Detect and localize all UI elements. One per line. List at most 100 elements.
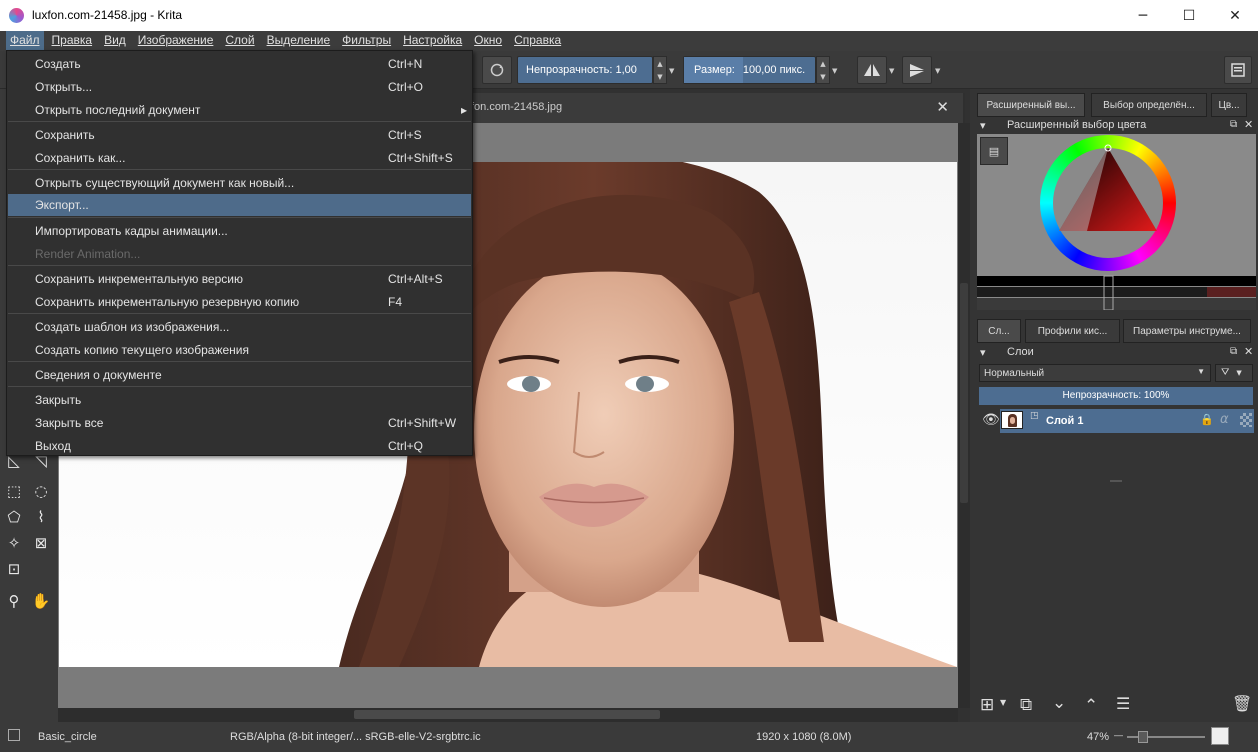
layer-name[interactable]: Слой 1 <box>1046 415 1083 427</box>
menu-select[interactable]: Выделение <box>263 31 335 51</box>
add-layer-dropdown-icon[interactable]: ▼ <box>1000 698 1006 707</box>
layer-row[interactable]: ◳ Слой 1 🔒 α <box>1000 409 1254 433</box>
move-layer-down-icon[interactable]: ⌄ <box>1052 693 1066 713</box>
selection-display-icon[interactable] <box>8 729 20 741</box>
delete-layer-icon[interactable]: 🗑 <box>1232 694 1252 713</box>
menu-image[interactable]: Изображение <box>134 31 218 51</box>
menu-window[interactable]: Окно <box>470 31 506 51</box>
layer-properties-icon[interactable]: ☰ <box>1116 694 1130 713</box>
workspace-icon <box>1231 63 1245 77</box>
layers-float-icon[interactable]: ⧉ <box>1230 346 1237 357</box>
splitter-handle[interactable] <box>1110 480 1122 482</box>
filter-dropdown-icon: ▼ <box>1236 369 1242 377</box>
similar-color-selection-tool-icon[interactable]: ⊠ <box>31 533 51 553</box>
zoom-level-label: 47% <box>1087 731 1110 743</box>
magic-wand-tool-icon[interactable]: ✧ <box>4 533 24 553</box>
menu-item-close[interactable]: Закрыть <box>8 389 471 411</box>
tab-tool-options[interactable]: Параметры инструме... <box>1123 319 1251 343</box>
menu-bar: Файл Правка Вид Изображение Слой Выделен… <box>0 31 1258 51</box>
layers-close-icon[interactable]: ✕ <box>1244 345 1253 358</box>
menu-item-open[interactable]: Открыть... Ctrl+O <box>8 76 471 98</box>
polygonal-selection-tool-icon[interactable]: ⬠ <box>4 507 24 527</box>
menu-item-import-animation[interactable]: Импортировать кадры анимации... <box>8 220 471 242</box>
blend-mode-select[interactable]: Нормальный ▼ <box>979 364 1211 382</box>
close-button[interactable]: ✕ <box>1212 0 1258 31</box>
panel-close-icon[interactable]: ✕ <box>1244 118 1253 131</box>
zoom-slider-thumb[interactable] <box>1138 731 1148 743</box>
tab-color[interactable]: Цв... <box>1211 93 1247 117</box>
menu-item-document-info[interactable]: Сведения о документе <box>8 364 471 386</box>
horizontal-scroll-thumb[interactable] <box>354 710 660 719</box>
menu-edit[interactable]: Правка <box>48 31 97 51</box>
layer-opacity-slider[interactable]: Непрозрачность: 100% <box>979 387 1253 405</box>
menu-view[interactable]: Вид <box>100 31 130 51</box>
vertical-scroll-thumb[interactable] <box>960 283 968 503</box>
menu-item-open-recent[interactable]: Открыть последний документ ▸ <box>8 99 471 121</box>
menu-item-create-template[interactable]: Создать шаблон из изображения... <box>8 316 471 338</box>
layer-filter-button[interactable]: ⛛ ▼ <box>1215 364 1253 382</box>
menu-help[interactable]: Справка <box>510 31 565 51</box>
layer-type-icon: ◳ <box>1030 411 1039 421</box>
menu-item-incremental-version[interactable]: Сохранить инкрементальную версию Ctrl+Alt… <box>8 268 471 290</box>
minimize-button[interactable]: ─ <box>1120 0 1166 31</box>
rectangular-selection-tool-icon[interactable]: ⬚ <box>4 481 24 501</box>
opacity-slider[interactable]: Непрозрачность: 1,00 <box>517 56 653 84</box>
add-layer-icon[interactable]: ⊞ <box>980 695 994 715</box>
color-wheel[interactable] <box>977 134 1256 310</box>
elliptical-selection-tool-icon[interactable]: ◌ <box>31 481 51 501</box>
maximize-button[interactable]: ☐ <box>1166 0 1212 31</box>
size-dropdown-icon[interactable]: ▼ <box>832 67 837 75</box>
opacity-spinner[interactable]: ▲ ▼ <box>653 56 667 84</box>
menu-item-incremental-backup[interactable]: Сохранить инкрементальную резервную копи… <box>8 291 471 313</box>
reset-rotation-button[interactable] <box>482 56 512 84</box>
menu-item-save-as[interactable]: Сохранить как... Ctrl+Shift+S <box>8 147 471 169</box>
canvas-only-icon[interactable] <box>1211 727 1229 745</box>
move-layer-up-icon[interactable]: ⌃ <box>1084 696 1098 716</box>
menu-item-create-copy[interactable]: Создать копию текущего изображения <box>8 339 471 361</box>
color-panel-collapse-icon[interactable]: ▾ <box>980 119 986 132</box>
bezier-selection-tool-icon[interactable]: ⊡ <box>4 559 24 579</box>
menu-separator <box>8 313 471 314</box>
tab-layers[interactable]: Сл... <box>977 319 1021 343</box>
menu-layer[interactable]: Слой <box>221 31 258 51</box>
visibility-eye-icon[interactable]: 👁 <box>982 412 1000 428</box>
current-brush-label[interactable]: Basic_circle <box>38 731 97 743</box>
size-slider[interactable]: Размер: 100,00 пикс. <box>683 56 816 84</box>
menu-item-save[interactable]: Сохранить Ctrl+S <box>8 124 471 146</box>
menu-item-new[interactable]: Создать Ctrl+N <box>8 53 471 75</box>
horizontal-scrollbar[interactable] <box>58 708 958 722</box>
menu-item-open-as-new[interactable]: Открыть существующий документ как новый.… <box>8 172 471 194</box>
pan-tool-icon[interactable]: ✋ <box>31 591 51 611</box>
size-spinner[interactable]: ▲ ▼ <box>816 56 830 84</box>
document-close-icon[interactable]: ✕ <box>936 98 949 116</box>
right-dock: Расширенный вы... Выбор определён... Цв.… <box>970 89 1258 722</box>
menu-settings[interactable]: Настройка <box>399 31 466 51</box>
zoom-out-icon[interactable]: — <box>1114 730 1123 740</box>
vertical-scrollbar[interactable] <box>958 123 970 708</box>
menu-item-quit[interactable]: Выход Ctrl+Q <box>8 435 471 457</box>
menu-separator <box>8 386 471 387</box>
menu-filters[interactable]: Фильтры <box>338 31 395 51</box>
panel-float-icon[interactable]: ⧉ <box>1230 119 1237 130</box>
layer-lock-icon[interactable]: 🔒 <box>1200 413 1214 426</box>
mirror-vertical-button[interactable] <box>902 56 932 84</box>
workspace-button[interactable] <box>1224 56 1252 84</box>
opacity-dropdown-icon[interactable]: ▼ <box>669 67 674 75</box>
tab-specific-color-selector[interactable]: Выбор определён... <box>1091 93 1207 117</box>
mirror-v-dropdown-icon[interactable]: ▼ <box>935 67 940 75</box>
inherit-alpha-icon[interactable] <box>1240 413 1252 427</box>
menu-file[interactable]: Файл <box>6 31 44 51</box>
menu-item-close-all[interactable]: Закрыть все Ctrl+Shift+W <box>8 412 471 434</box>
alpha-lock-icon[interactable]: α <box>1220 412 1229 427</box>
layers-collapse-icon[interactable]: ▾ <box>980 346 986 359</box>
zoom-tool-icon[interactable]: ⚲ <box>4 591 24 611</box>
tab-brush-presets[interactable]: Профили кис... <box>1025 319 1120 343</box>
menu-item-export[interactable]: Экспорт... <box>8 194 471 216</box>
duplicate-layer-icon[interactable]: ⧉ <box>1020 695 1032 715</box>
blend-mode-value: Нормальный <box>984 368 1045 379</box>
freehand-selection-tool-icon[interactable]: ⌇ <box>31 507 51 527</box>
mirror-horizontal-button[interactable] <box>857 56 887 84</box>
advanced-color-selector[interactable]: ▤ <box>977 134 1256 310</box>
tab-advanced-color-selector[interactable]: Расширенный вы... <box>977 93 1085 117</box>
mirror-h-dropdown-icon[interactable]: ▼ <box>889 67 894 75</box>
